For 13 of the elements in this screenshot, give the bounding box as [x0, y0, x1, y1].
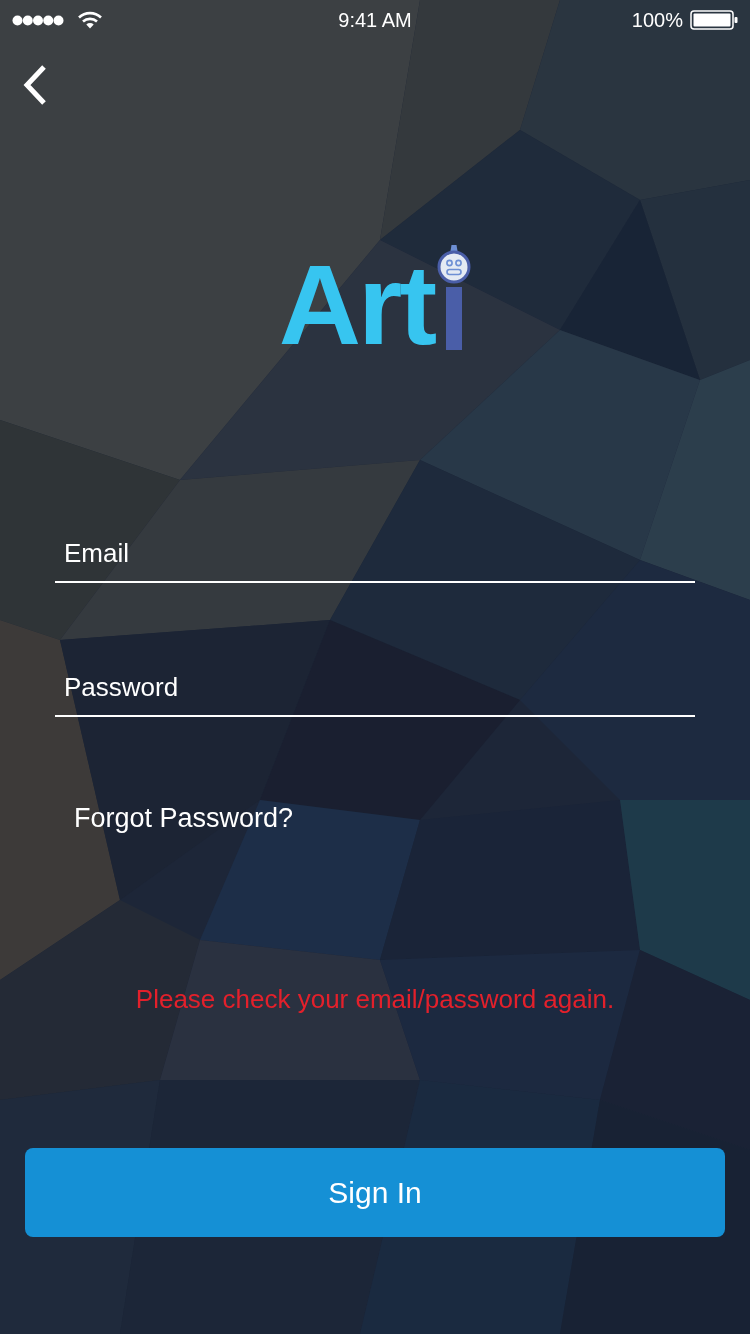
robot-letter-icon [437, 245, 472, 350]
status-time: 9:41 AM [338, 8, 412, 33]
sign-in-button[interactable]: Sign In [25, 1148, 725, 1237]
signal-dots-icon [12, 14, 64, 26]
email-field[interactable]: Email [55, 525, 695, 581]
forgot-password-link[interactable]: Forgot Password? [74, 802, 294, 834]
wifi-icon [78, 11, 102, 29]
error-message: Please check your email/password again. [135, 984, 615, 1014]
logo-text: Art [278, 248, 435, 362]
password-field[interactable]: Password [55, 659, 695, 715]
back-chevron-icon [22, 64, 48, 106]
battery-icon [690, 10, 738, 30]
battery-percent: 100% [631, 8, 683, 33]
